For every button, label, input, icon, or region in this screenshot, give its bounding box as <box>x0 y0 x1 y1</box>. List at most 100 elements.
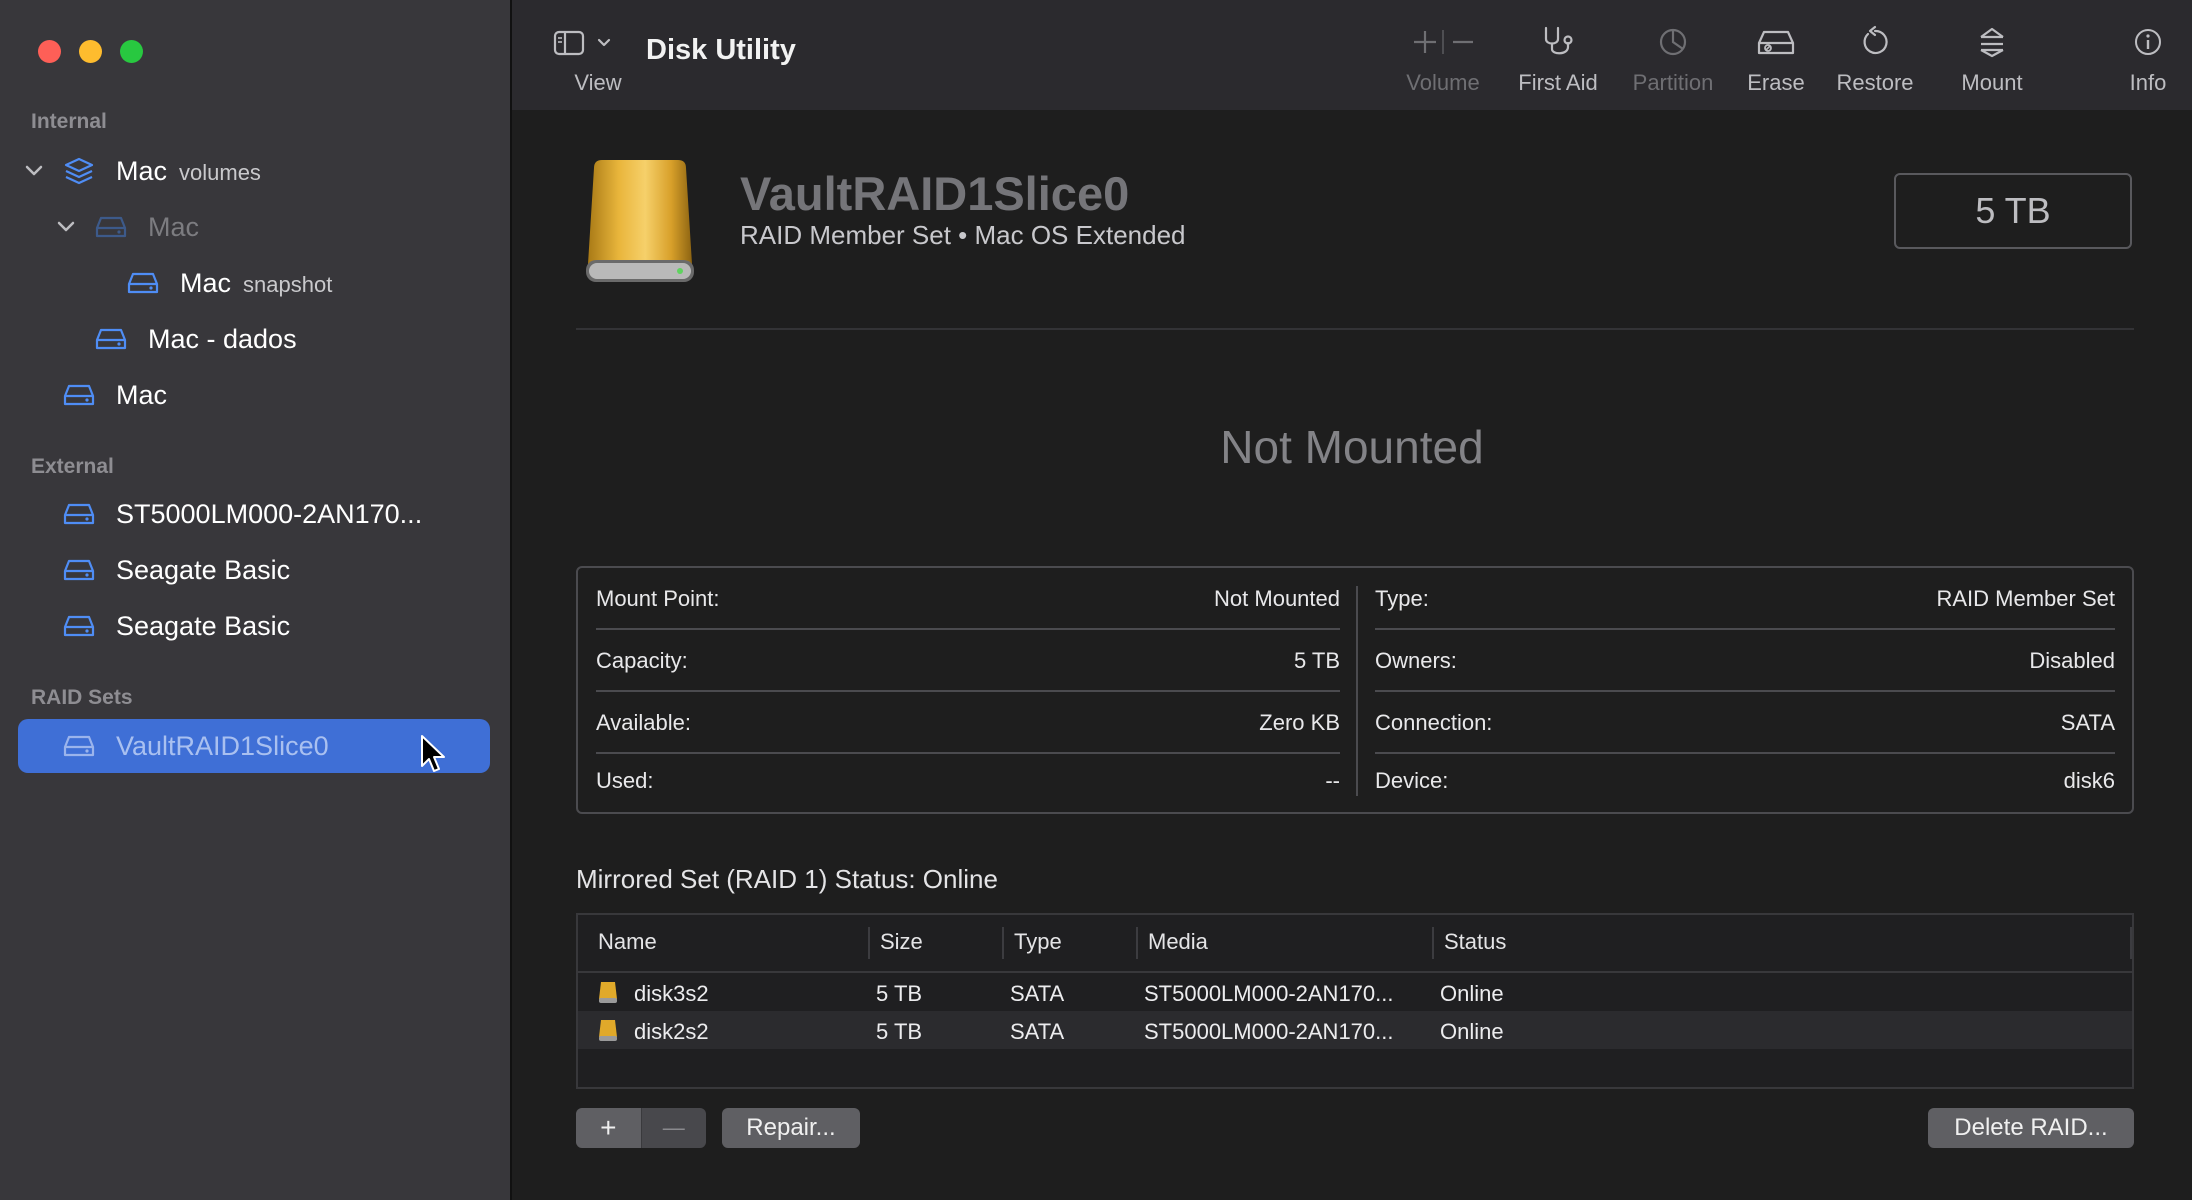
column-header-name[interactable]: Name <box>598 929 657 955</box>
sidebar-item-label: Mac <box>180 267 232 298</box>
sidebar-item-label: Seagate Basic <box>116 610 291 641</box>
mouse-cursor-icon <box>421 735 445 772</box>
sidebar-item-label: Seagate Basic <box>116 554 291 585</box>
sidebar-item-label: Mac <box>116 155 168 186</box>
partition-label: Partition <box>1632 70 1714 95</box>
cell-status: Online <box>1440 1019 1504 1044</box>
sidebar-item-seagate-basic-1[interactable]: Seagate Basic <box>18 543 490 597</box>
mount-button[interactable]: Mount <box>1932 24 2052 96</box>
raid-member-table[interactable]: Name Size Type Media Status disk3s2 5 TB… <box>576 913 2134 1089</box>
sidebar-item-mac-dados[interactable]: Mac - dados <box>18 312 490 366</box>
restore-arrow-icon <box>1815 24 1935 60</box>
column-header-size[interactable]: Size <box>880 929 923 955</box>
info-key: Type: <box>1375 586 1429 611</box>
info-value: SATA <box>2060 710 2115 735</box>
info-key: Owners: <box>1375 648 1457 673</box>
column-divider <box>1356 586 1358 796</box>
info-label: Info <box>2129 70 2167 95</box>
cell-media: ST5000LM000-2AN170... <box>1144 1019 1394 1044</box>
sidebar-item-mac-container[interactable]: Mac <box>18 200 490 254</box>
table-header: Name Size Type Media Status <box>578 915 2132 973</box>
drive-icon <box>586 160 694 282</box>
column-header-type[interactable]: Type <box>1014 929 1062 955</box>
disk-icon <box>62 553 96 587</box>
disk-icon <box>599 1020 617 1041</box>
pie-chart-icon <box>1613 24 1733 60</box>
restore-label: Restore <box>1836 70 1914 95</box>
disk-icon <box>62 497 96 531</box>
cell-media: ST5000LM000-2AN170... <box>1144 981 1394 1006</box>
info-row-capacity: Capacity: 5 TB <box>596 630 1340 692</box>
remove-member-button[interactable]: — <box>640 1108 706 1148</box>
repair-button[interactable]: Repair... <box>722 1108 860 1148</box>
sidebar-item-mac[interactable]: Mac <box>18 368 490 422</box>
chevron-down-icon[interactable] <box>22 159 46 183</box>
table-row[interactable]: disk2s2 5 TB SATA ST5000LM000-2AN170... … <box>578 1011 2132 1049</box>
info-row-used: Used: -- <box>596 750 1340 812</box>
cell-name: disk2s2 <box>634 1019 709 1044</box>
sidebar-item-sublabel: volumes <box>179 159 261 185</box>
info-row-type: Type: RAID Member Set <box>1375 568 2115 630</box>
stethoscope-icon <box>1498 24 1618 60</box>
add-member-button[interactable]: + <box>576 1108 641 1148</box>
info-value: Zero KB <box>1259 710 1340 735</box>
window-controls <box>38 40 143 63</box>
plus-minus-icon <box>1383 24 1503 60</box>
info-key: Device: <box>1375 768 1449 793</box>
capacity-badge: 5 TB <box>1894 173 2132 249</box>
disk-icon <box>62 729 96 763</box>
close-button[interactable] <box>38 40 61 63</box>
section-header-external: External <box>31 455 114 478</box>
divider <box>576 328 2134 330</box>
cell-type: SATA <box>1010 1019 1065 1044</box>
cell-name: disk3s2 <box>634 981 709 1006</box>
sidebar-item-label: Mac <box>116 379 168 410</box>
volume-subtitle: RAID Member Set • Mac OS Extended <box>740 220 1186 250</box>
first-aid-button[interactable]: First Aid <box>1498 24 1618 96</box>
zoom-button[interactable] <box>120 40 143 63</box>
info-value: RAID Member Set <box>1936 586 2116 611</box>
info-key: Used: <box>596 768 654 793</box>
layers-icon <box>62 154 96 188</box>
mount-label: Mount <box>1961 70 2023 95</box>
restore-button[interactable]: Restore <box>1815 24 1935 96</box>
sidebar-item-label: ST5000LM000-2AN170... <box>116 498 423 529</box>
sidebar-item-sublabel: snapshot <box>243 271 333 297</box>
info-row-device: Device: disk6 <box>1375 750 2115 812</box>
column-header-status[interactable]: Status <box>1444 929 1506 955</box>
first-aid-label: First Aid <box>1518 70 1598 95</box>
info-key: Available: <box>596 710 691 735</box>
partition-button[interactable]: Partition <box>1613 24 1733 96</box>
info-button[interactable]: Info <box>2088 24 2192 96</box>
volume-name: VaultRAID1Slice0 <box>740 167 1130 220</box>
volume-button[interactable]: Volume <box>1383 24 1503 96</box>
cell-type: SATA <box>1010 981 1065 1006</box>
delete-raid-button[interactable]: Delete RAID... <box>1928 1108 2134 1148</box>
disk-icon <box>62 378 96 412</box>
minimize-button[interactable] <box>79 40 102 63</box>
table-row[interactable]: disk3s2 5 TB SATA ST5000LM000-2AN170... … <box>578 973 2132 1011</box>
sidebar-item-st5000[interactable]: ST5000LM000-2AN170... <box>18 487 490 541</box>
info-key: Capacity: <box>596 648 688 673</box>
view-label: View <box>574 70 622 95</box>
sidebar-item-label: Mac <box>148 211 200 242</box>
info-column-left: Mount Point: Not Mounted Capacity: 5 TB … <box>596 568 1340 812</box>
disk-icon <box>94 210 128 244</box>
cell-size: 5 TB <box>876 981 923 1006</box>
mount-icon <box>1932 24 2052 60</box>
info-key: Mount Point: <box>596 586 720 611</box>
sidebar-item-seagate-basic-2[interactable]: Seagate Basic <box>18 599 490 653</box>
sidebar-item-label: Mac - dados <box>148 323 297 354</box>
info-column-right: Type: RAID Member Set Owners: Disabled C… <box>1375 568 2115 812</box>
info-value: Not Mounted <box>1214 586 1340 611</box>
column-header-media[interactable]: Media <box>1148 929 1208 955</box>
sidebar-item-mac-snapshot[interactable]: Mac snapshot <box>18 256 490 310</box>
sidebar: Internal Mac volumes Mac Mac snapshot Ma… <box>0 0 512 1200</box>
info-row-owners: Owners: Disabled <box>1375 630 2115 692</box>
info-value: -- <box>1325 768 1340 793</box>
info-row-available: Available: Zero KB <box>596 692 1340 754</box>
chevron-down-icon[interactable] <box>54 215 78 239</box>
disk-utility-window: Internal Mac volumes Mac Mac snapshot Ma… <box>0 0 2192 1200</box>
view-button[interactable]: View <box>552 28 632 95</box>
sidebar-item-mac-volumes[interactable]: Mac volumes <box>18 144 490 198</box>
